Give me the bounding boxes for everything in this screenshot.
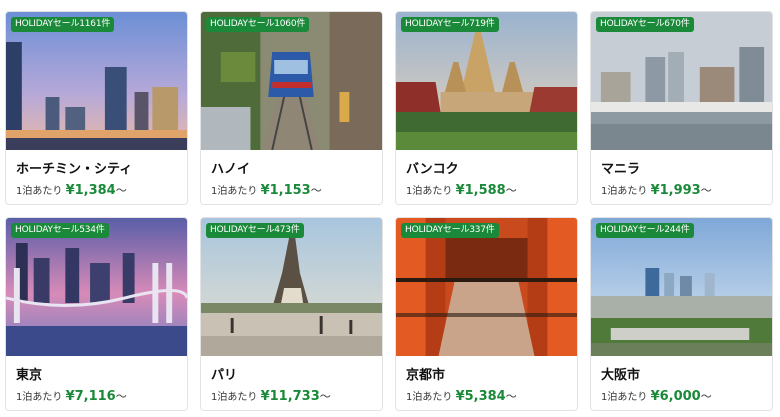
price-value: ¥6,000 [650, 389, 701, 404]
destination-photo: HOLIDAYセール244件 [591, 218, 772, 356]
price-suffix: 〜 [115, 390, 127, 403]
price-line: 1泊あたり ¥1,153〜 [211, 182, 372, 201]
city-name: バンコク [406, 162, 459, 177]
sale-badge: HOLIDAYセール337件 [401, 223, 499, 238]
city-name: 大阪市 [601, 368, 641, 383]
price-line: 1泊あたり ¥1,588〜 [406, 182, 567, 201]
price-line: 1泊あたり ¥1,993〜 [601, 182, 762, 201]
sale-badge: HOLIDAYセール534件 [11, 223, 109, 238]
city-name: ハノイ [211, 162, 251, 177]
destination-photo: HOLIDAYセール1060件 [201, 12, 382, 150]
destination-photo: HOLIDAYセール337件 [396, 218, 577, 356]
sale-badge: HOLIDAYセール670件 [596, 17, 694, 32]
destination-photo: HOLIDAYセール719件 [396, 12, 577, 150]
per-night-label: 1泊あたり [211, 392, 258, 403]
price-suffix: 〜 [505, 184, 517, 197]
price-line: 1泊あたり ¥11,733〜 [211, 388, 372, 407]
price-suffix: 〜 [115, 184, 127, 197]
price-suffix: 〜 [700, 390, 712, 403]
sale-badge: HOLIDAYセール244件 [596, 223, 694, 238]
destination-card-tokyo[interactable]: HOLIDAYセール534件 東京 1泊あたり ¥7,116〜 [5, 217, 188, 411]
destination-grid: HOLIDAYセール1161件 ホーチミン・シティ 1泊あたり ¥1,384〜 [5, 11, 773, 411]
per-night-label: 1泊あたり [16, 186, 63, 197]
per-night-label: 1泊あたり [406, 186, 453, 197]
destination-card-hanoi[interactable]: HOLIDAYセール1060件 ハノイ 1泊あたり ¥1,153〜 [200, 11, 383, 205]
destination-card-manila[interactable]: HOLIDAYセール670件 マニラ 1泊あたり ¥1,993〜 [590, 11, 773, 205]
per-night-label: 1泊あたり [406, 392, 453, 403]
destination-photo: HOLIDAYセール534件 [6, 218, 187, 356]
price-value: ¥11,733 [260, 389, 320, 404]
price-line: 1泊あたり ¥7,116〜 [16, 388, 177, 407]
per-night-label: 1泊あたり [601, 186, 648, 197]
price-line: 1泊あたり ¥1,384〜 [16, 182, 177, 201]
price-value: ¥5,384 [455, 389, 506, 404]
price-suffix: 〜 [700, 184, 712, 197]
destination-card-osaka[interactable]: HOLIDAYセール244件 大阪市 1泊あたり ¥6,000〜 [590, 217, 773, 411]
sale-badge: HOLIDAYセール1060件 [206, 17, 310, 32]
destination-card-kyoto[interactable]: HOLIDAYセール337件 京都市 1泊あたり ¥5,384〜 [395, 217, 578, 411]
sale-badge: HOLIDAYセール1161件 [11, 17, 115, 32]
price-suffix: 〜 [319, 390, 331, 403]
price-suffix: 〜 [505, 390, 517, 403]
per-night-label: 1泊あたり [16, 392, 63, 403]
city-name: 京都市 [406, 368, 446, 383]
destination-photo: HOLIDAYセール1161件 [6, 12, 187, 150]
destination-card-hochiminh[interactable]: HOLIDAYセール1161件 ホーチミン・シティ 1泊あたり ¥1,384〜 [5, 11, 188, 205]
price-value: ¥1,153 [260, 183, 311, 198]
city-name: パリ [211, 368, 238, 383]
destination-photo: HOLIDAYセール670件 [591, 12, 772, 150]
city-name: ホーチミン・シティ [16, 162, 133, 177]
city-name: 東京 [16, 368, 43, 383]
city-name: マニラ [601, 162, 641, 177]
price-suffix: 〜 [310, 184, 322, 197]
destination-card-paris[interactable]: HOLIDAYセール473件 パリ 1泊あたり ¥11,733〜 [200, 217, 383, 411]
price-value: ¥1,384 [65, 183, 116, 198]
destination-card-bangkok[interactable]: HOLIDAYセール719件 バンコク 1泊あたり ¥1,588〜 [395, 11, 578, 205]
price-value: ¥1,993 [650, 183, 701, 198]
per-night-label: 1泊あたり [601, 392, 648, 403]
price-line: 1泊あたり ¥6,000〜 [601, 388, 762, 407]
price-value: ¥7,116 [65, 389, 116, 404]
price-value: ¥1,588 [455, 183, 506, 198]
sale-badge: HOLIDAYセール473件 [206, 223, 304, 238]
per-night-label: 1泊あたり [211, 186, 258, 197]
destination-photo: HOLIDAYセール473件 [201, 218, 382, 356]
sale-badge: HOLIDAYセール719件 [401, 17, 499, 32]
price-line: 1泊あたり ¥5,384〜 [406, 388, 567, 407]
